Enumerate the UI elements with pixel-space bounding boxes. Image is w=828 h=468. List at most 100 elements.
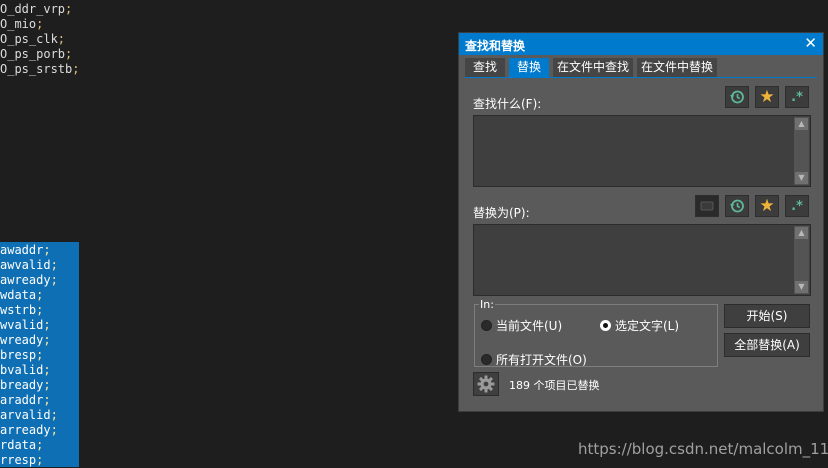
dialog-title: 查找和替换	[465, 39, 526, 53]
history-icon	[730, 199, 744, 213]
code-line: awaddr;	[0, 243, 51, 258]
settings-button[interactable]	[473, 372, 499, 396]
code-text: awaddr	[0, 243, 44, 257]
code-text: wdata	[0, 288, 37, 302]
code-text: araddr	[0, 393, 44, 407]
code-semicolon: ;	[43, 378, 51, 392]
replace-scrollbar[interactable]: ▲ ▼	[794, 226, 809, 294]
watermark: https://blog.csdn.net/malcolm_110	[578, 440, 828, 458]
find-history-button[interactable]	[725, 86, 749, 108]
code-semicolon: ;	[57, 32, 66, 46]
code-line: awready;	[0, 273, 58, 288]
scope-selected-text-label: 选定文字(L)	[615, 319, 680, 333]
code-text: bready	[0, 378, 44, 392]
code-semicolon: ;	[36, 348, 44, 362]
code-line: O_ps_srstb;	[0, 62, 79, 77]
code-text: awvalid	[0, 258, 51, 272]
star-icon: ★	[759, 87, 775, 107]
code-line: bready;	[0, 378, 51, 393]
history-icon	[730, 90, 744, 104]
find-replace-dialog: 查找和替换 ✕ 查找 替换 在文件中查找 在文件中替换 查找什么(F): ★ .…	[458, 32, 824, 412]
scope-current-file-label: 当前文件(U)	[496, 319, 563, 333]
code-line: bresp;	[0, 348, 43, 363]
code-line: wstrb;	[0, 303, 43, 318]
code-line: wvalid;	[0, 318, 51, 333]
code-text: O_mio	[0, 17, 37, 31]
code-text: rdata	[0, 438, 37, 452]
tab-underline	[465, 77, 817, 78]
code-semicolon: ;	[50, 408, 58, 422]
code-semicolon: ;	[50, 423, 58, 437]
code-line: bvalid;	[0, 363, 51, 378]
code-text: arready	[0, 423, 51, 437]
code-text: bresp	[0, 348, 37, 362]
tab-replace[interactable]: 替换	[509, 58, 549, 77]
code-semicolon: ;	[65, 2, 73, 16]
star-icon: ★	[759, 196, 775, 216]
tab-find-in-files[interactable]: 在文件中查找	[553, 58, 633, 77]
scope-current-file[interactable]: 当前文件(U)	[481, 317, 562, 334]
scope-all-open-files-label: 所有打开文件(O)	[496, 353, 587, 367]
replace-regex-button[interactable]: .*	[785, 195, 809, 217]
code-line: O_mio;	[0, 17, 43, 32]
code-line: rdata;	[0, 438, 43, 453]
code-text: O_ps_clk	[0, 32, 58, 46]
code-text: O_ddr_vrp	[0, 2, 66, 16]
radio-selected-text[interactable]	[600, 320, 611, 331]
code-semicolon: ;	[65, 47, 73, 61]
find-label: 查找什么(F):	[473, 97, 542, 111]
code-semicolon: ;	[72, 62, 80, 76]
code-semicolon: ;	[43, 393, 51, 407]
dialog-titlebar[interactable]: 查找和替换 ✕	[459, 33, 823, 55]
scroll-down-icon[interactable]: ▼	[795, 172, 808, 184]
regex-icon: .*	[791, 198, 803, 214]
code-text: O_ps_porb	[0, 47, 66, 61]
code-semicolon: ;	[43, 243, 51, 257]
code-semicolon: ;	[43, 363, 51, 377]
scroll-up-icon[interactable]: ▲	[795, 227, 808, 239]
scroll-down-icon[interactable]: ▼	[795, 281, 808, 293]
code-text: wvalid	[0, 318, 44, 332]
replace-favorite-button[interactable]: ★	[755, 195, 779, 217]
close-icon[interactable]: ✕	[804, 34, 817, 52]
gear-icon	[477, 375, 495, 393]
regex-icon: .*	[791, 89, 803, 105]
code-line: arready;	[0, 423, 58, 438]
code-text: wready	[0, 333, 44, 347]
scope-selected-text[interactable]: 选定文字(L)	[600, 317, 679, 334]
scope-group-label: In:	[479, 298, 495, 311]
code-text: wstrb	[0, 303, 37, 317]
radio-current-file[interactable]	[481, 320, 492, 331]
tab-replace-in-files[interactable]: 在文件中替换	[637, 58, 717, 77]
scroll-up-icon[interactable]: ▲	[795, 118, 808, 130]
tab-find[interactable]: 查找	[465, 58, 505, 77]
code-line: O_ddr_vrp;	[0, 2, 72, 17]
status-text: 189 个项目已替换	[509, 379, 600, 392]
code-text: bvalid	[0, 363, 44, 377]
start-button[interactable]: 开始(S)	[724, 304, 810, 328]
code-line: O_ps_porb;	[0, 47, 72, 62]
replace-history-button[interactable]	[725, 195, 749, 217]
swap-button[interactable]	[695, 195, 719, 217]
find-regex-button[interactable]: .*	[785, 86, 809, 108]
code-line: wdata;	[0, 288, 43, 303]
code-semicolon: ;	[43, 333, 51, 347]
code-semicolon: ;	[36, 288, 44, 302]
code-semicolon: ;	[43, 318, 51, 332]
find-scrollbar[interactable]: ▲ ▼	[794, 117, 809, 185]
code-semicolon: ;	[36, 453, 44, 467]
code-text: O_ps_srstb	[0, 62, 73, 76]
code-semicolon: ;	[36, 303, 44, 317]
scope-all-open-files[interactable]: 所有打开文件(O)	[481, 351, 587, 368]
swap-icon	[700, 201, 714, 211]
code-line: rresp;	[0, 453, 43, 468]
radio-all-open-files[interactable]	[481, 354, 492, 365]
code-line: arvalid;	[0, 408, 58, 423]
replace-input[interactable]: ▲ ▼	[473, 224, 811, 296]
code-line: araddr;	[0, 393, 51, 408]
find-favorite-button[interactable]: ★	[755, 86, 779, 108]
replace-all-button[interactable]: 全部替换(A)	[724, 333, 810, 357]
code-semicolon: ;	[36, 17, 44, 31]
find-input[interactable]: ▲ ▼	[473, 115, 811, 187]
replace-label: 替换为(P):	[473, 206, 530, 220]
